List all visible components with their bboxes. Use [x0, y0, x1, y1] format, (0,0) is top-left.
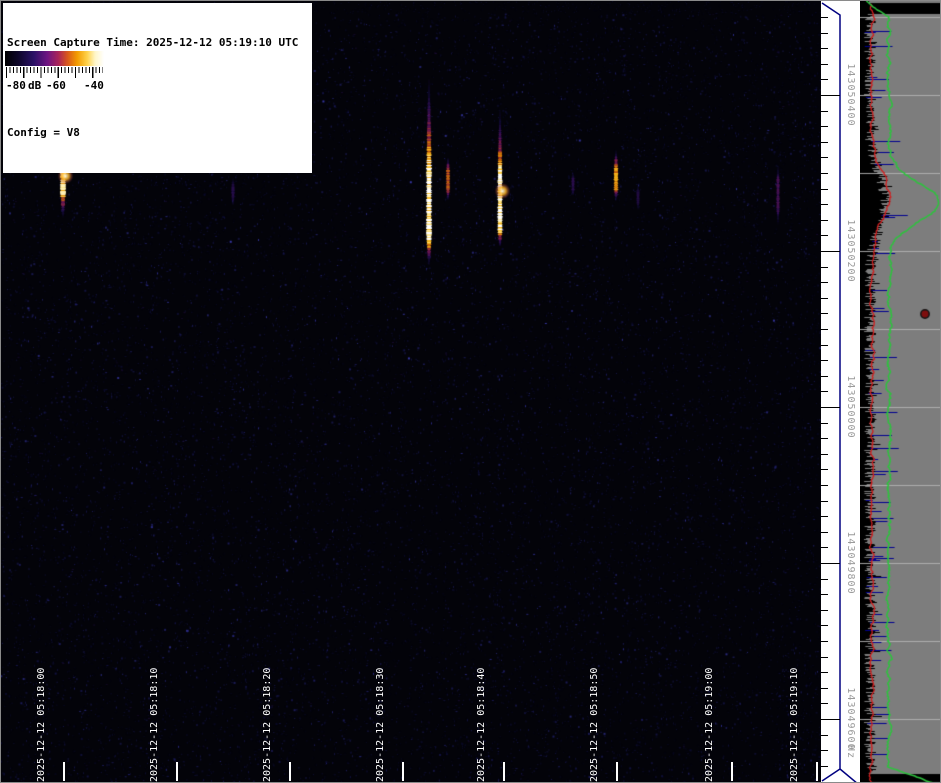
frequency-tick-label: 143050200: [845, 219, 856, 282]
legend-label-unit: dB: [28, 79, 41, 92]
spectrogram-app-window: Screen Capture Time: 2025-12-12 05:19:10…: [0, 0, 941, 783]
capture-time-text: Screen Capture Time: 2025-12-12 05:19:10…: [7, 35, 309, 50]
time-tick-mark: [731, 762, 733, 781]
legend-labels: -80 dB -60 -40: [4, 79, 106, 95]
time-tick-label: 2025-12-12 05:18:00: [35, 664, 48, 782]
time-tick-mark: [503, 762, 505, 781]
time-tick-label: 2025-12-12 05:18:50: [588, 664, 601, 782]
time-tick-label: 2025-12-12 05:19:10: [788, 664, 801, 782]
time-tick-mark: [816, 762, 818, 781]
legend-major-ticks: [6, 67, 103, 78]
time-tick-label: 2025-12-12 05:19:00: [703, 664, 716, 782]
legend-label-mid: -60: [46, 79, 66, 92]
time-tick-label: 2025-12-12 05:18:20: [261, 664, 274, 782]
time-tick-mark: [289, 762, 291, 781]
spectrum-side-panel: [860, 1, 941, 783]
time-tick-label: 2025-12-12 05:18:30: [374, 664, 387, 782]
time-tick-mark: [402, 762, 404, 781]
frequency-tick-label: 143050400: [845, 63, 856, 126]
time-tick-label: 2025-12-12 05:18:10: [148, 664, 161, 782]
time-tick-mark: [616, 762, 618, 781]
time-tick-mark: [176, 762, 178, 781]
colormap-legend: -80 dB -60 -40: [4, 49, 106, 97]
frequency-axis: 143050400 143050200 143050000 143049800 …: [821, 1, 860, 783]
time-tick-label: 2025-12-12 05:18:40: [475, 664, 488, 782]
frequency-unit-label: Hz: [845, 745, 856, 759]
legend-label-min: -80: [6, 79, 26, 92]
config-readout-text: Config = V8: [7, 125, 309, 140]
time-tick-mark: [63, 762, 65, 781]
frequency-tick-label: 143049600: [845, 687, 856, 750]
colormap-gradient-bar: [5, 51, 104, 66]
legend-label-max: -40: [84, 79, 104, 92]
spectrum-traces-canvas: [860, 1, 941, 783]
frequency-tick-label: 143049800: [845, 531, 856, 594]
frequency-tick-label: 143050000: [845, 375, 856, 438]
